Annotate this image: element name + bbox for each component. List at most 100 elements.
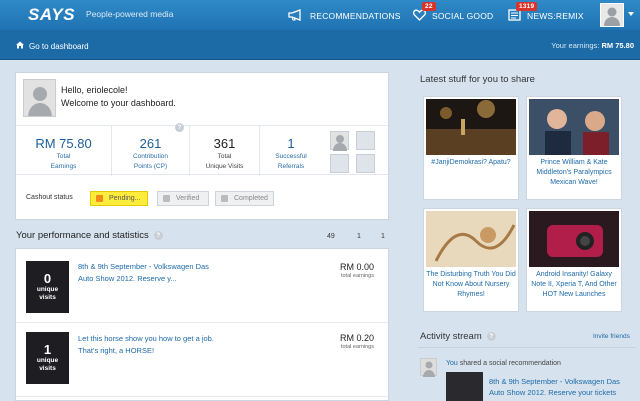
dashboard-bar: Go to dashboard Your earnings: RM 75.80 (0, 30, 640, 60)
nav-recommendations[interactable]: RECOMMENDATIONS (288, 9, 401, 23)
share-card[interactable]: The Disturbing Truth You Did Not Know Ab… (423, 208, 519, 312)
heart-icon: 22 (413, 2, 436, 23)
referral-avatar[interactable] (330, 131, 349, 151)
share-caption: The Disturbing Truth You Did Not Know Ab… (426, 271, 516, 298)
post-earnings: RM 0.00 total earnings (340, 262, 374, 279)
top-navigation-bar: SAYS People-powered media RECOMMENDATION… (0, 0, 640, 30)
nav-recommendations-label: RECOMMENDATIONS (310, 11, 401, 21)
stat-label: Contribution (132, 153, 169, 160)
share-section-title: Latest stuff for you to share (420, 74, 535, 85)
megaphone-icon (288, 9, 304, 23)
share-image (426, 211, 516, 267)
nav-social-good-label: SOCIAL GOOD (432, 11, 494, 21)
count-earnings: 1 (381, 233, 385, 240)
newspaper-icon: 1319 (508, 2, 538, 23)
tagline: People-powered media (86, 9, 174, 19)
completed-icon (221, 195, 228, 202)
says-logo[interactable]: SAYS (28, 5, 75, 25)
pending-icon (96, 195, 103, 202)
stat-label: Total (217, 153, 232, 160)
stat-value: 1 (287, 136, 295, 151)
table-row: 1 unique visits Let this horse show you … (16, 323, 388, 397)
count-shares: 49 (327, 233, 335, 240)
unique-visits-value: 1 (43, 342, 52, 357)
stat-value: 361 (213, 136, 236, 151)
verified-icon (163, 195, 170, 202)
nav-news-remix[interactable]: 1319 NEWS:REMIX (508, 2, 584, 23)
activity-actor-link[interactable]: You (446, 360, 458, 367)
avatar-silhouette-icon (423, 361, 435, 377)
activity-action: shared a social recommendation (457, 360, 561, 367)
cashout-step-label: Verified (176, 195, 200, 202)
activity-thumbnail[interactable] (446, 372, 483, 401)
unique-visits-label: visits (39, 294, 56, 301)
go-to-dashboard-label: Go to dashboard (29, 41, 89, 51)
chevron-down-icon[interactable] (628, 12, 634, 16)
top-earnings: Your earnings: RM 75.80 (551, 41, 634, 50)
stat-unique-visits: 361 Total Unique Visits (190, 126, 260, 176)
post-link[interactable]: Let this horse show you how to get a job… (78, 333, 248, 357)
share-card[interactable]: Android Insanity! Galaxy Note II, Xperia… (526, 208, 622, 312)
table-row: 0 unique visits 8th & 9th September - Vo… (16, 249, 388, 323)
help-icon[interactable]: ? (153, 231, 163, 240)
unique-visits-label: unique (36, 286, 59, 293)
post-link[interactable]: 8th & 9th September - Volkswagen Das Aut… (78, 261, 248, 285)
post-earnings-value: RM 0.20 (339, 333, 374, 343)
count-visits: 1 (357, 233, 361, 240)
post-link-line: Auto Show 2012. Reserve y... (78, 274, 177, 283)
avatar-silhouette-icon (604, 7, 620, 26)
help-icon[interactable]: ? (486, 332, 496, 341)
share-caption: Android Insanity! Galaxy Note II, Xperia… (531, 271, 617, 298)
avatar-silhouette-icon (24, 80, 55, 116)
social-good-badge: 22 (422, 2, 436, 11)
stat-label: Successful (275, 153, 307, 160)
home-icon (16, 41, 24, 51)
stat-label: Referrals (277, 163, 305, 170)
post-thumbnail[interactable]: 1 unique visits (26, 332, 69, 384)
greeting: Hello, eriolecole! (61, 85, 128, 95)
help-icon[interactable]: ? (175, 123, 184, 132)
stat-label: Earnings (50, 163, 77, 170)
share-image (529, 99, 619, 155)
referral-thumbnails (330, 131, 380, 173)
activity-avatar[interactable] (420, 358, 437, 377)
performance-title: Your performance and statistics ? (16, 230, 163, 241)
activity-post-link-line: Auto Show 2012. Reserve your tickets (489, 388, 617, 397)
unique-visits-label: unique (36, 357, 59, 364)
post-earnings-value: RM 0.00 (339, 262, 374, 272)
stat-contribution-points[interactable]: 261 Contribution Points (CP) ? (112, 123, 190, 176)
share-caption: #JanjiDemokrasi? Apatu? (431, 159, 511, 166)
activity-post-link[interactable]: 8th & 9th September - Volkswagen Das Aut… (489, 376, 629, 398)
invite-friends-link[interactable]: Invite friends (593, 333, 630, 340)
cashout-step-label: Pending... (109, 195, 141, 202)
stat-referrals[interactable]: 1 Successful Referrals (260, 126, 322, 176)
activity-stream-title-text: Activity stream (420, 331, 482, 342)
post-earnings-label: total earnings (340, 344, 374, 350)
unique-visits-label: visits (39, 365, 56, 372)
performance-title-text: Your performance and statistics (16, 230, 149, 241)
share-caption: Prince William & Kate Middleton's Paraly… (536, 159, 612, 186)
top-earnings-value: RM 75.80 (601, 41, 634, 50)
share-card[interactable]: #JanjiDemokrasi? Apatu? (423, 96, 519, 200)
welcome-message: Welcome to your dashboard. (61, 98, 176, 108)
share-image (426, 99, 516, 155)
welcome-card: Hello, eriolecole! Welcome to your dashb… (15, 72, 389, 220)
post-link-line: Let this horse show you how to get a job… (78, 334, 214, 343)
stat-label: Points (CP) (133, 163, 168, 170)
welcome-text: Hello, eriolecole! Welcome to your dashb… (61, 84, 176, 110)
avatar-silhouette-icon (333, 135, 347, 151)
share-card[interactable]: Prince William & Kate Middleton's Paraly… (526, 96, 622, 200)
stat-total-earnings[interactable]: RM 75.80 Total Earnings (16, 126, 112, 176)
referral-placeholder (330, 154, 349, 173)
go-to-dashboard-link[interactable]: Go to dashboard (16, 41, 89, 51)
stat-value: RM 75.80 (35, 136, 92, 151)
user-avatar[interactable] (600, 3, 624, 27)
cashout-status-label: Cashout status (26, 194, 73, 201)
activity-stream-title: Activity stream ? (420, 331, 496, 342)
post-thumbnail[interactable]: 0 unique visits (26, 261, 69, 313)
performance-list: 0 unique visits 8th & 9th September - Vo… (15, 248, 389, 401)
nav-social-good[interactable]: 22 SOCIAL GOOD (413, 2, 494, 23)
cashout-step-verified: Verified (157, 191, 209, 206)
post-earnings-label: total earnings (340, 273, 374, 279)
profile-avatar[interactable] (23, 79, 56, 117)
